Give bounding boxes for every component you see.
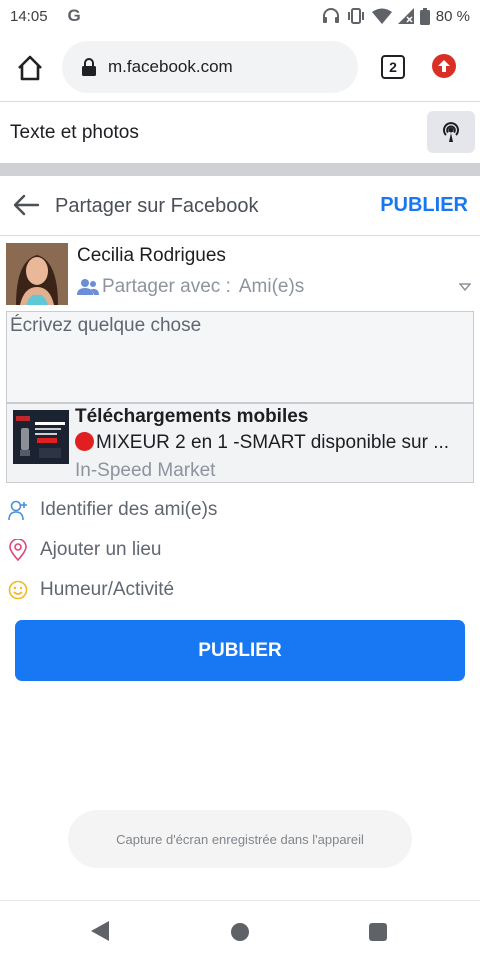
link-preview-thumbnail: [13, 410, 69, 464]
signal-icon: [397, 8, 414, 24]
screenshot-toast: Capture d'écran enregistrée dans l'appar…: [68, 810, 412, 868]
share-with-label: Partager avec :: [102, 276, 231, 297]
status-time: 14:05: [10, 7, 48, 25]
avatar-photo: [6, 243, 68, 305]
audience-value: Ami(e)s: [238, 276, 305, 297]
nav-recents-icon[interactable]: [369, 923, 387, 941]
vibrate-icon: [347, 8, 364, 24]
option-label: Ajouter un lieu: [40, 539, 162, 560]
wifi-icon: [371, 8, 392, 24]
section-separator: [0, 163, 480, 176]
link-preview-source: In-Speed Market: [75, 460, 216, 481]
option-add-location[interactable]: Ajouter un lieu: [8, 539, 161, 561]
red-circle-icon: [75, 432, 94, 451]
home-button[interactable]: [14, 52, 46, 84]
location-pin-icon: [9, 539, 27, 561]
link-preview-card[interactable]: Téléchargements mobiles MIXEUR 2 en 1 -S…: [6, 403, 474, 483]
nav-back-icon[interactable]: [91, 921, 109, 941]
battery-level: 80 %: [435, 7, 470, 25]
google-app-icon: G: [67, 6, 81, 25]
link-preview-description-row: MIXEUR 2 en 1 -SMART disponible sur ...: [75, 432, 467, 454]
friends-icon: [77, 279, 99, 295]
share-title: Partager sur Facebook: [55, 195, 259, 217]
option-tag-friends[interactable]: Identifier des ami(e)s: [8, 499, 217, 521]
option-label: Identifier des ami(e)s: [40, 499, 218, 520]
option-mood-activity[interactable]: Humeur/Activité: [8, 579, 174, 601]
home-icon: [18, 55, 42, 81]
smiley-icon: [8, 580, 28, 600]
browser-toolbar: m.facebook.com 2: [0, 36, 480, 98]
chevron-down-icon[interactable]: [459, 282, 471, 292]
nav-home-icon[interactable]: [231, 923, 249, 941]
avatar: [6, 243, 68, 305]
tag-friends-icon: [8, 500, 27, 521]
product-thumbnail-image: [13, 410, 69, 464]
post-text-input[interactable]: Écrivez quelque chose: [6, 311, 474, 403]
update-button[interactable]: [432, 54, 456, 78]
link-preview-title: Téléchargements mobiles: [75, 406, 309, 427]
podcast-icon: [443, 122, 459, 142]
author-name: Cecilia Rodrigues: [77, 245, 226, 266]
system-nav-bar: [0, 900, 480, 960]
back-arrow-icon[interactable]: [12, 193, 40, 217]
composer-mode-label: Texte et photos: [10, 122, 139, 143]
post-text-placeholder: Écrivez quelque chose: [10, 315, 202, 336]
podcast-button[interactable]: [427, 111, 475, 153]
status-indicators: 80 %: [322, 7, 470, 25]
publish-button[interactable]: PUBLIER: [15, 620, 465, 681]
link-preview-description: MIXEUR 2 en 1 -SMART disponible sur ...: [96, 432, 450, 453]
battery-icon: [419, 7, 430, 25]
lock-icon: [82, 58, 96, 76]
tab-switcher-button[interactable]: 2: [381, 55, 405, 79]
address-bar[interactable]: m.facebook.com: [62, 41, 358, 93]
url-text: m.facebook.com: [108, 57, 233, 76]
headphones-icon: [322, 8, 339, 23]
option-label: Humeur/Activité: [40, 579, 175, 600]
share-header: Partager sur Facebook PUBLIER: [0, 176, 480, 236]
publish-link-top[interactable]: PUBLIER: [380, 194, 468, 217]
arrow-up-icon: [438, 60, 450, 72]
composer-mode-bar: Texte et photos: [0, 102, 480, 162]
audience-selector[interactable]: Partager avec : Ami(e)s: [77, 276, 304, 298]
status-bar: 14:05 G 80 %: [0, 0, 480, 32]
